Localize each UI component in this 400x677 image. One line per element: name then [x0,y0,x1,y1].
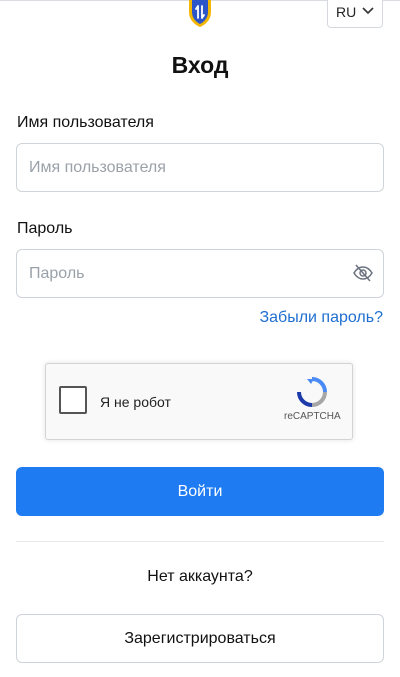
page-title: Вход [171,52,229,78]
language-select[interactable]: RU [327,0,383,28]
username-label: Имя пользователя [17,114,154,131]
language-value: RU [336,4,357,20]
no-account-text: Нет аккаунта? [147,568,253,585]
forgot-password-link[interactable]: Забыли пароль? [259,309,383,327]
recaptcha-brand: reCAPTCHA [284,411,341,422]
recaptcha-widget: Я не робот reCAPTCHA [45,363,353,440]
recaptcha-checkbox[interactable] [59,386,87,414]
eye-off-icon[interactable] [352,263,374,283]
recaptcha-label: Я не робот [100,394,171,410]
password-input[interactable] [16,249,384,298]
chevron-down-icon [362,7,374,15]
password-label: Пароль [17,220,73,237]
section-divider [16,541,384,542]
recaptcha-icon [297,377,327,407]
shield-arrows-icon [189,0,211,27]
login-button[interactable]: Войти [16,467,384,516]
register-button[interactable]: Зарегистрироваться [16,614,384,663]
username-input[interactable] [16,143,384,192]
